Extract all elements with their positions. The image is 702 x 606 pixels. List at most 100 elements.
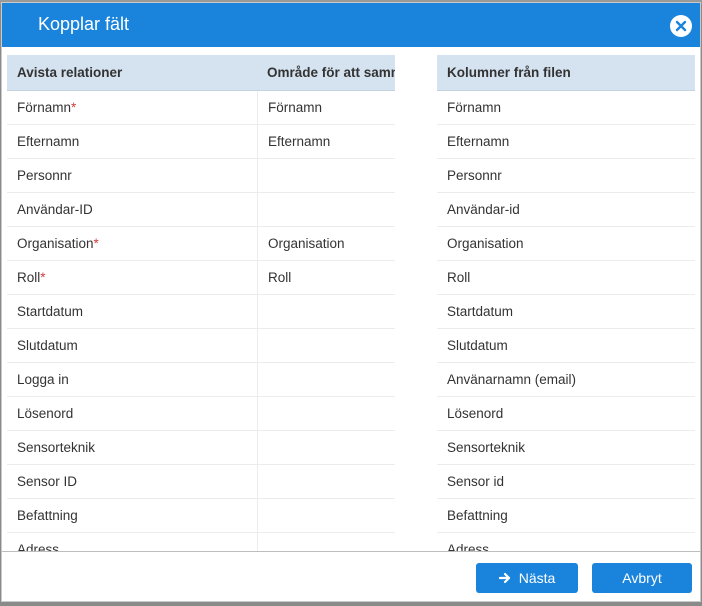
table-body: Förnamn Efternamn Personnr Användar-id Organ… [437,91,695,551]
avista-relations-table[interactable]: Avista relationer Område för att samma F… [7,55,395,551]
table-row: Lösenord [7,396,395,431]
field-name: Sensorteknik [17,439,96,455]
file-column-cell: Efternamn [447,133,510,149]
field-name: Efternamn [17,133,80,149]
table-row[interactable]: Adress [437,533,695,552]
mapped-field-cell[interactable] [257,192,395,227]
table-row[interactable]: Användar-id [437,193,695,227]
table-body: Förnamn* Förnamn Efternamn Efternamn Personn… [7,90,395,552]
file-column-cell: Användar-id [447,201,520,217]
close-button[interactable] [670,15,692,37]
file-column-cell: Sensorteknik [447,439,526,455]
field-name-cell: Organisation* [7,227,257,261]
file-column-cell: Befattning [447,507,508,523]
field-name: Användar-ID [17,201,93,217]
close-icon [675,20,687,32]
table-row[interactable]: Personnr [437,159,695,193]
required-marker: * [40,269,46,285]
arrow-right-icon [498,572,510,584]
table-row: Efternamn Efternamn [7,124,395,159]
table-row[interactable]: Slutdatum [437,329,695,363]
file-column-cell: Sensor id [447,473,505,489]
mapped-field-cell[interactable] [257,498,395,533]
mapped-field-cell[interactable] [257,396,395,431]
mapped-field-cell[interactable] [257,294,395,329]
field-name-cell: Efternamn [7,125,257,159]
field-name-cell: Sensorteknik [7,431,257,465]
dialog-body: Avista relationer Område för att samma F… [2,47,700,551]
table-row: Logga in [7,362,395,397]
table-row: Sensorteknik [7,430,395,465]
field-name-cell: Befattning [7,499,257,533]
required-marker: * [93,235,99,251]
file-column-cell: Roll [447,269,471,285]
table-row: Användar-ID [7,192,395,227]
table-row: Sensor ID [7,464,395,499]
table-row: Slutdatum [7,328,395,363]
table-row: Organisation* Organisation [7,226,395,261]
table-row[interactable]: Sensorteknik [437,431,695,465]
mapped-field-cell[interactable]: Roll [257,260,395,295]
column-header-avista-relations: Avista relationer [17,65,123,80]
table-row: Adress [7,532,395,552]
field-name: Roll [17,269,41,285]
cancel-button[interactable]: Avbryt [592,563,692,593]
field-name-cell: Startdatum [7,295,257,329]
mapped-field-cell[interactable] [257,158,395,193]
table-row[interactable]: Lösenord [437,397,695,431]
field-name-cell: Roll* [7,261,257,295]
mapped-field-cell[interactable]: Förnamn [257,90,395,125]
table-header: Kolumner från filen [437,55,695,91]
mapped-field-cell[interactable] [257,328,395,363]
field-mapping-dialog: Kopplar fält Avista relationer Område fö… [1,2,701,602]
mapped-field-cell[interactable]: Efternamn [257,124,395,159]
field-name: Lösenord [17,405,74,421]
mapped-field-cell[interactable] [257,430,395,465]
table-row[interactable]: Befattning [437,499,695,533]
field-name-cell: Slutdatum [7,329,257,363]
table-row: Roll* Roll [7,260,395,295]
file-column-cell: Förnamn [447,99,502,115]
mapped-field-cell[interactable]: Organisation [257,226,395,261]
table-row[interactable]: Organisation [437,227,695,261]
file-column-cell: Adress [447,541,490,552]
table-row[interactable]: Använarnamn (email) [437,363,695,397]
file-column-cell: Slutdatum [447,337,508,353]
field-name: Startdatum [17,303,84,319]
required-marker: * [71,99,77,115]
field-name-cell: Logga in [7,363,257,397]
file-column-cell: Använarnamn (email) [447,371,577,387]
table-row: Startdatum [7,294,395,329]
table-row[interactable]: Startdatum [437,295,695,329]
dialog-titlebar: Kopplar fält [2,3,700,47]
table-row[interactable]: Efternamn [437,125,695,159]
field-name: Adress [17,541,60,552]
mapped-field-cell[interactable] [257,362,395,397]
field-name-cell: Adress [7,533,257,552]
column-header-file-columns: Kolumner från filen [447,65,571,80]
table-row[interactable]: Förnamn [437,91,695,125]
column-header-mapped-field: Område för att samma [267,65,395,80]
file-column-cell: Startdatum [447,303,514,319]
field-name-cell: Sensor ID [7,465,257,499]
table-row: Befattning [7,498,395,533]
field-name-cell: Personnr [7,159,257,193]
next-button-label: Nästa [518,570,556,586]
dialog-footer: Nästa Avbryt [2,551,700,601]
field-name: Befattning [17,507,78,523]
mapped-field-cell[interactable] [257,532,395,551]
field-name: Sensor ID [17,473,78,489]
file-columns-table[interactable]: Kolumner från filen Förnamn Efternamn Pers… [437,55,695,551]
table-header: Avista relationer Område för att samma [7,55,395,91]
file-column-cell: Lösenord [447,405,504,421]
mapped-field-cell[interactable] [257,464,395,499]
table-row[interactable]: Roll [437,261,695,295]
field-name: Personnr [17,167,72,183]
dialog-title: Kopplar fält [38,14,130,34]
field-name-cell: Användar-ID [7,193,257,227]
field-name: Organisation [17,235,94,251]
next-button[interactable]: Nästa [476,563,578,593]
file-column-cell: Personnr [447,167,502,183]
field-name-cell: Lösenord [7,397,257,431]
table-row[interactable]: Sensor id [437,465,695,499]
